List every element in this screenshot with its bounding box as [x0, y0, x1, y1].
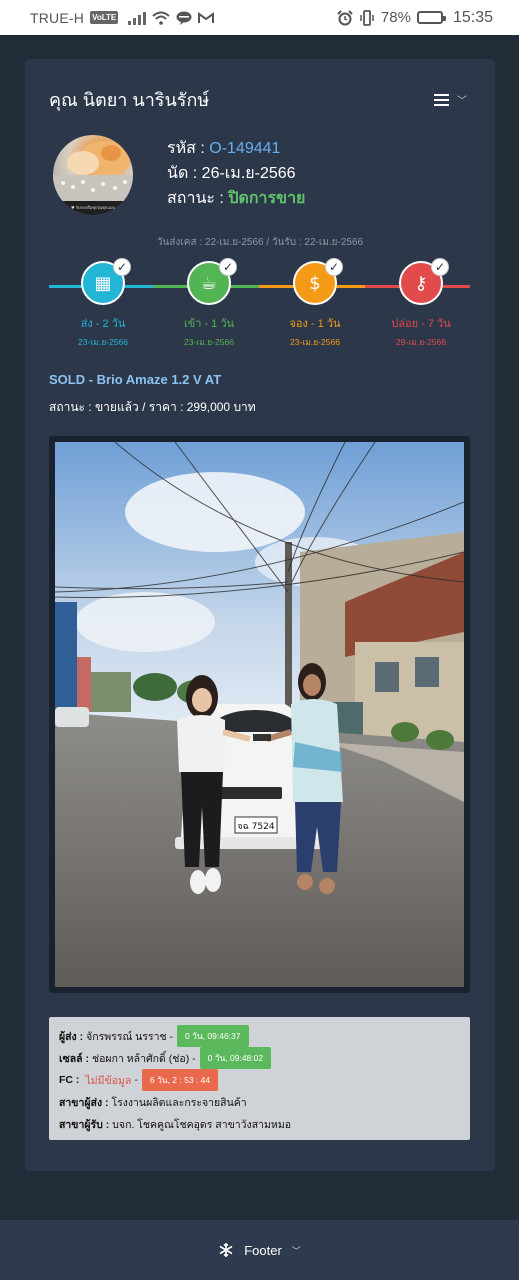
customer-card: คุณ นิตยา นารินรักษ์ ﹀ ♥ รับรถหรือทุกรุ่… [25, 59, 495, 1171]
battery-icon [416, 11, 446, 24]
timeline-step-label: ปล่อย - 7 วัน [391, 318, 451, 330]
fc-duration-badge: 6 วัน, 2 : 53 : 44 [141, 1069, 219, 1091]
case-details: ผู้ส่ง : จักรพรรณ์ นรราช - 0 วัน, 09:46:… [49, 1017, 470, 1140]
carrier-label: TRUE-H [30, 9, 85, 26]
branch-recv-label: สาขาผู้รับ : [59, 1118, 110, 1131]
branch-send-value: โรงงานผลิตและกระจายสินค้า [111, 1096, 247, 1109]
appointment-label: นัด : [167, 165, 202, 182]
timeline-glyph: $ [309, 272, 321, 294]
timeline-step-date: 29-เม.ย-2566 [396, 337, 446, 347]
profile-info: รหัส : O-149441 นัด : 26-เม.ย-2566 สถานะ… [167, 136, 305, 211]
timeline-step-label: ส่ง - 2 วัน [80, 318, 126, 330]
timeline-glyph: ☕ [200, 272, 218, 294]
check-icon: ✓ [325, 258, 343, 276]
branch-send-label: สาขาผู้ส่ง : [59, 1096, 109, 1109]
timeline-step: ⚷ ✓ ปล่อย - 7 วัน 29-เม.ย-2566 [376, 258, 466, 349]
chevron-down-icon: ﹀ [457, 96, 467, 107]
status-value: ปิดการขาย [228, 190, 306, 207]
options-menu-button[interactable]: ﹀ [434, 92, 467, 107]
footer-toggle[interactable]: Footer ﹀ [0, 1220, 519, 1280]
chevron-down-icon: ﹀ [291, 1245, 301, 1256]
timeline-step: ▦ ✓ ส่ง - 2 วัน 23-เม.ย-2566 [58, 258, 148, 349]
license-plate: จฉ 7524 [237, 822, 274, 832]
customer-name: คุณ นิตยา นารินรักษ์ [49, 90, 210, 110]
vibrate-icon [360, 9, 374, 26]
fc-dash: - [134, 1074, 138, 1086]
code-link[interactable]: O-149441 [209, 140, 280, 157]
timeline-step: $ ✓ จอง - 1 วัน 23-เม.ย-2566 [270, 258, 360, 349]
fc-label: FC : [59, 1074, 80, 1086]
status-bar: TRUE-H VoLTE 78% 15:35 [0, 0, 519, 35]
branch-recv-row: สาขาผู้รับ : บจก. โชคคูณโชคอุดร สาขาวังส… [59, 1113, 460, 1135]
check-icon: ✓ [113, 258, 131, 276]
handover-photo[interactable]: จฉ 7524 [55, 442, 464, 987]
coffee-icon: ☕ ✓ [187, 258, 237, 305]
photo-frame: จฉ 7524 [49, 436, 470, 993]
timeline-step-label: เข้า - 1 วัน [183, 318, 235, 330]
sale-subtitle: สถานะ : ขายแล้ว / ราคา : 299,000 บาท [49, 400, 256, 414]
calculator-icon: ▦ ✓ [81, 258, 131, 305]
battery-percent: 78% [380, 9, 411, 26]
sales-value: ช่อผกา หล้าศักดิ์ (ช่อ) - [92, 1052, 196, 1065]
timeline-glyph: ▦ [94, 272, 112, 294]
timeline-step-date: 23-เม.ย-2566 [184, 337, 234, 347]
branch-send-row: สาขาผู้ส่ง : โรงงานผลิตและกระจายสินค้า [59, 1091, 460, 1113]
sale-title: SOLD - Brio Amaze 1.2 V AT [49, 372, 222, 387]
clock: 15:35 [452, 8, 493, 26]
sender-label: ผู้ส่ง : [59, 1030, 84, 1043]
fc-row: FC : ไม่มีข้อมูล - 6 วัน, 2 : 53 : 44 [59, 1069, 460, 1091]
status-label: สถานะ : [167, 190, 229, 207]
timeline-step: ☕ ✓ เข้า - 1 วัน 23-เม.ย-2566 [164, 258, 254, 349]
sales-duration-badge: 0 วัน, 09:48:02 [199, 1047, 272, 1069]
hamburger-icon [434, 93, 449, 106]
avatar-caption: ♥ รับรถหรือทุกรุ่นทุกแบบ [53, 201, 133, 215]
sender-row: ผู้ส่ง : จักรพรรณ์ นรราช - 0 วัน, 09:46:… [59, 1025, 460, 1047]
sales-row: เซลล์ : ช่อผกา หล้าศักดิ์ (ช่อ) - 0 วัน,… [59, 1047, 460, 1069]
check-icon: ✓ [219, 258, 237, 276]
appointment-row: นัด : 26-เม.ย-2566 [167, 161, 305, 186]
timeline-step-date: 23-เม.ย-2566 [290, 337, 340, 347]
case-dates: วันส่งเคส : 22-เม.ย-2566 / วันรับ : 22-เ… [156, 237, 364, 248]
gmail-icon [198, 11, 215, 23]
timeline-glyph: ⚷ [414, 272, 428, 294]
appointment-value: 26-เม.ย-2566 [201, 165, 296, 182]
timeline-step-label: จอง - 1 วัน [289, 318, 341, 330]
sender-duration-badge: 0 วัน, 09:46:37 [177, 1025, 249, 1047]
key-icon: ⚷ ✓ [399, 258, 449, 305]
signal-icon [128, 11, 147, 25]
line-app-icon [176, 11, 192, 25]
check-icon: ✓ [431, 258, 449, 276]
alarm-icon [337, 9, 353, 25]
volte-badge: VoLTE [90, 11, 119, 24]
avatar: ♥ รับรถหรือทุกรุ่นทุกแบบ [53, 135, 133, 215]
snowflake-icon [219, 1243, 233, 1257]
status-row: สถานะ : ปิดการขาย [167, 186, 305, 211]
footer-label: Footer [244, 1242, 282, 1258]
sales-label: เซลล์ : [59, 1052, 89, 1065]
branch-recv-value: บจก. โชคคูณโชคอุดร สาขาวังสามหมอ [112, 1118, 292, 1131]
timeline-step-date: 23-เม.ย-2566 [78, 337, 128, 347]
code-label: รหัส : [167, 140, 210, 157]
fc-value: ไม่มีข้อมูล [85, 1074, 132, 1087]
wifi-icon [152, 11, 170, 25]
card-header: คุณ นิตยา นารินรักษ์ ﹀ [49, 85, 467, 114]
sender-value: จักรพรรณ์ นรราช - [86, 1030, 174, 1043]
money-icon: $ ✓ [293, 258, 343, 305]
avatar-photo [53, 141, 133, 201]
code-row: รหัส : O-149441 [167, 136, 305, 161]
